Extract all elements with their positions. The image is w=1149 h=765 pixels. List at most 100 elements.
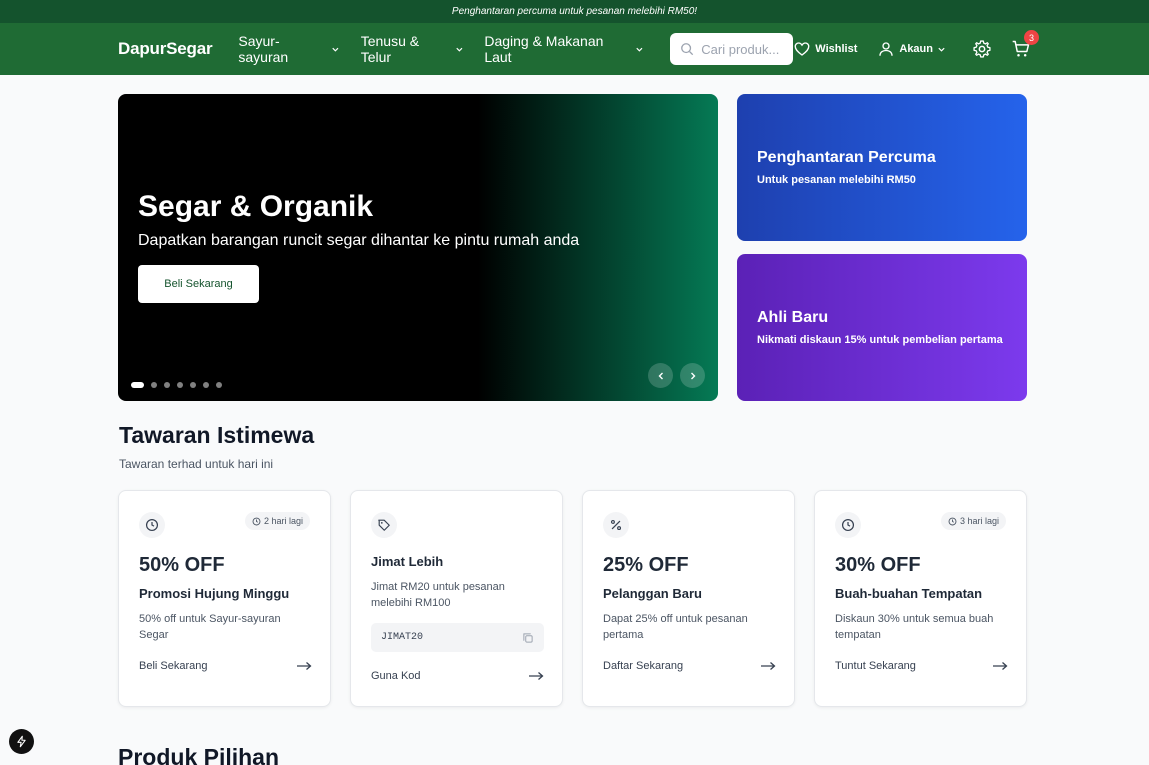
main-navbar: DapurSegar Sayur-sayuran Tenusu & Telur …	[0, 23, 1149, 75]
offer-action-label: Guna Kod	[371, 670, 421, 682]
carousel-dot[interactable]	[177, 382, 183, 388]
offer-icon-wrap	[603, 512, 629, 538]
offer-name: Jimat Lebih	[371, 554, 444, 569]
nav-actions: Wishlist Akaun 3	[793, 30, 1039, 59]
offer-headline: 30% OFF	[835, 554, 921, 576]
offer-description: Jimat RM20 untuk pesanan melebihi RM100	[371, 581, 505, 609]
offer-action-link[interactable]: Daftar Sekarang	[603, 660, 776, 672]
offer-card: 2 hari lagi 50% OFF Promosi Hujung Mingg…	[118, 490, 331, 707]
carousel-dots	[131, 382, 222, 388]
offer-card: 25% OFF Pelanggan Baru Dapat 25% off unt…	[582, 490, 795, 707]
clock-icon	[252, 517, 261, 525]
announcement-text: Penghantaran percuma untuk pesanan meleb…	[451, 6, 698, 17]
offer-description: Diskaun 30% untuk semua buah tempatan	[835, 613, 994, 641]
offer-icon-wrap	[139, 512, 165, 538]
copy-icon[interactable]	[522, 632, 534, 644]
offer-action-link[interactable]: Beli Sekarang	[139, 660, 312, 672]
offers-grid: 2 hari lagi 50% OFF Promosi Hujung Mingg…	[118, 490, 1027, 707]
chevron-right-icon	[690, 372, 695, 379]
offer-icon-wrap	[835, 512, 861, 538]
gear-icon[interactable]	[972, 39, 992, 59]
menu-item-sayur[interactable]: Sayur-sayuran	[238, 33, 339, 65]
clock-icon	[145, 518, 159, 532]
carousel-prev-button[interactable]	[648, 363, 673, 388]
cart-button[interactable]: 3	[1011, 30, 1039, 59]
carousel-dot[interactable]	[131, 382, 144, 388]
clock-icon	[948, 517, 957, 525]
chevron-down-icon	[455, 47, 462, 52]
lightning-icon	[17, 735, 26, 748]
offer-action-label: Daftar Sekarang	[603, 660, 684, 672]
time-left-badge: 3 hari lagi	[940, 512, 1006, 530]
section-subtitle: Tawaran terhad untuk hari ini	[119, 457, 274, 471]
search-icon	[681, 43, 694, 56]
offer-name: Promosi Hujung Minggu	[139, 586, 290, 601]
promo-code: JIMAT20	[381, 632, 424, 643]
floating-action-button[interactable]	[9, 729, 34, 754]
free-delivery-card[interactable]: Penghantaran Percuma Untuk pesanan meleb…	[737, 94, 1027, 241]
search-input[interactable]	[701, 41, 787, 57]
search-box[interactable]	[670, 33, 794, 65]
hero-title: Segar & Organik	[138, 190, 374, 223]
offer-description: Dapat 25% off untuk pesanan pertama	[603, 613, 748, 641]
menu-item-label: Daging & Makanan Laut	[484, 33, 604, 65]
offer-action-link[interactable]: Tuntut Sekarang	[835, 660, 1008, 672]
hero-section: Segar & Organik Dapatkan barangan runcit…	[118, 94, 1027, 401]
offer-action-label: Beli Sekarang	[139, 660, 208, 672]
arrow-right-icon	[761, 662, 776, 670]
featured-products-title: Produk Pilihan	[118, 744, 280, 765]
promo-card-title: Penghantaran Percuma	[757, 149, 936, 166]
announcement-bar: Penghantaran percuma untuk pesanan meleb…	[0, 0, 1149, 23]
carousel-dot[interactable]	[203, 382, 209, 388]
chevron-down-icon	[635, 47, 642, 52]
new-member-card[interactable]: Ahli Baru Nikmati diskaun 15% untuk pemb…	[737, 254, 1027, 401]
offer-name: Buah-buahan Tempatan	[835, 586, 983, 601]
account-menu[interactable]: Akaun	[877, 40, 950, 58]
arrow-right-icon	[297, 662, 312, 670]
carousel-dot[interactable]	[164, 382, 170, 388]
account-label: Akaun	[899, 43, 933, 55]
menu-item-tenusu[interactable]: Tenusu & Telur	[361, 33, 464, 65]
promo-card-title: Ahli Baru	[757, 309, 829, 326]
offer-description: 50% off untuk Sayur-sayuran Segar	[139, 613, 281, 641]
special-offers-header: Tawaran Istimewa Tawaran terhad untuk ha…	[118, 422, 314, 471]
carousel-next-button[interactable]	[680, 363, 705, 388]
carousel-dot[interactable]	[190, 382, 196, 388]
chevron-left-icon	[658, 372, 663, 379]
offer-action-link[interactable]: Guna Kod	[371, 670, 544, 682]
offer-icon-wrap	[371, 512, 397, 538]
site-logo[interactable]: DapurSegar	[118, 39, 213, 59]
offer-card: 3 hari lagi 30% OFF Buah-buahan Tempatan…	[814, 490, 1027, 707]
offer-action-label: Tuntut Sekarang	[835, 660, 916, 672]
user-icon	[879, 42, 894, 56]
offer-name: Pelanggan Baru	[603, 586, 702, 601]
menu-item-label: Tenusu & Telur	[360, 33, 420, 65]
offer-headline: 25% OFF	[603, 554, 689, 576]
offer-headline: 50% OFF	[139, 554, 225, 576]
promo-card-subtitle: Nikmati diskaun 15% untuk pembelian pert…	[757, 334, 1003, 346]
time-left-text: 3 hari lagi	[959, 516, 999, 526]
clock-icon	[841, 518, 855, 532]
shop-now-button[interactable]: Beli Sekarang	[138, 265, 259, 303]
carousel-dot[interactable]	[216, 382, 222, 388]
hero-subtitle: Dapatkan barangan runcit segar dihantar …	[138, 232, 580, 249]
time-left-text: 2 hari lagi	[263, 516, 303, 526]
wishlist-link[interactable]: Wishlist	[793, 40, 857, 58]
promo-code-box: JIMAT20	[371, 623, 544, 652]
category-menu: Sayur-sayuran Tenusu & Telur Daging & Ma…	[238, 33, 643, 65]
wishlist-label: Wishlist	[815, 43, 858, 55]
menu-item-label: Sayur-sayuran	[238, 33, 289, 65]
hero-carousel: Segar & Organik Dapatkan barangan runcit…	[118, 94, 718, 401]
promo-card-subtitle: Untuk pesanan melebihi RM50	[757, 174, 916, 186]
chevron-down-icon	[938, 47, 945, 52]
time-left-badge: 2 hari lagi	[244, 512, 310, 530]
tag-icon	[378, 519, 390, 531]
carousel-dot[interactable]	[151, 382, 157, 388]
heart-icon	[794, 42, 810, 56]
section-title: Tawaran Istimewa	[119, 422, 315, 448]
promo-side-cards: Penghantaran Percuma Untuk pesanan meleb…	[737, 94, 1027, 401]
menu-item-daging[interactable]: Daging & Makanan Laut	[484, 33, 643, 65]
cart-count-badge: 3	[1024, 30, 1039, 45]
arrow-right-icon	[993, 662, 1008, 670]
percent-icon	[610, 519, 622, 531]
